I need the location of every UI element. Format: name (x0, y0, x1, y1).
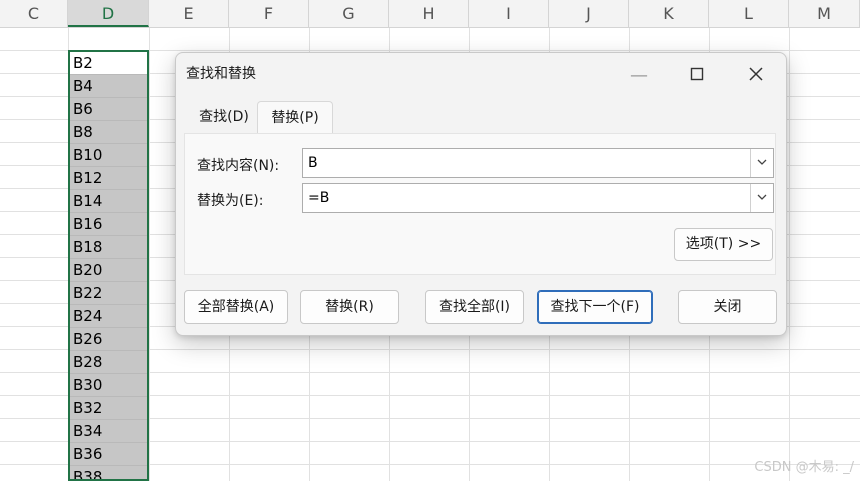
cell[interactable]: B24 (70, 305, 147, 328)
column-header-d[interactable]: D (68, 0, 149, 27)
column-header-c[interactable]: C (0, 0, 68, 27)
find-what-label: 查找内容(N): (197, 158, 280, 174)
column-header-i[interactable]: I (469, 0, 549, 27)
column-header-k[interactable]: K (629, 0, 709, 27)
cell[interactable]: B12 (70, 167, 147, 190)
replace-button[interactable]: 替换(R) (300, 290, 399, 324)
cell[interactable]: B34 (70, 420, 147, 443)
watermark: CSDN @木易: _/ (754, 460, 854, 475)
minimize-icon: — (630, 65, 648, 86)
column-header-h[interactable]: H (389, 0, 469, 27)
close-button[interactable]: 关闭 (678, 290, 777, 324)
cell[interactable]: B36 (70, 443, 147, 466)
options-button[interactable]: 选项(T) >> (674, 228, 773, 261)
chevron-down-icon (757, 159, 767, 165)
selected-range-d[interactable]: B2 B4 B6 B8 B10 B12 B14 B16 B18 B20 B22 B24 B26 B28 B3… (68, 50, 149, 481)
cell[interactable]: B18 (70, 236, 147, 259)
column-header-m[interactable]: M (789, 0, 860, 27)
cell[interactable]: B20 (70, 259, 147, 282)
column-header-f[interactable]: F (229, 0, 309, 27)
replace-with-value: =B (308, 190, 330, 206)
find-what-input[interactable]: B (302, 148, 774, 178)
cell[interactable]: B28 (70, 351, 147, 374)
cell[interactable]: B8 (70, 121, 147, 144)
cell[interactable]: B26 (70, 328, 147, 351)
cell[interactable]: B22 (70, 282, 147, 305)
tab-find[interactable]: 查找(D) (192, 101, 256, 133)
close-window-button[interactable] (736, 61, 776, 91)
replace-history-dropdown[interactable] (750, 184, 773, 212)
close-icon (749, 67, 763, 81)
cell[interactable]: B30 (70, 374, 147, 397)
tab-replace[interactable]: 替换(P) (257, 101, 333, 133)
find-replace-dialog: 查找和替换 — 查找(D) 替换(P) 查找内容(N): B 替换为(E): =… (175, 52, 787, 336)
find-next-button[interactable]: 查找下一个(F) (537, 290, 653, 324)
cell[interactable]: B14 (70, 190, 147, 213)
column-header-l[interactable]: L (709, 0, 789, 27)
cell[interactable]: B38 (70, 466, 147, 479)
replace-with-input[interactable]: =B (302, 183, 774, 213)
cell[interactable]: B6 (70, 98, 147, 121)
dialog-title: 查找和替换 (186, 66, 256, 82)
column-header-e[interactable]: E (149, 0, 229, 27)
cell[interactable]: B4 (70, 75, 147, 98)
maximize-button[interactable] (677, 61, 717, 91)
column-header-bar: C D E F G H I J K L M (0, 0, 860, 28)
column-header-j[interactable]: J (549, 0, 629, 27)
chevron-down-icon (757, 194, 767, 200)
find-history-dropdown[interactable] (750, 149, 773, 177)
cell[interactable]: B32 (70, 397, 147, 420)
cell[interactable]: B10 (70, 144, 147, 167)
maximize-icon (690, 67, 704, 81)
replace-with-label: 替换为(E): (197, 193, 264, 209)
replace-panel: 查找内容(N): B 替换为(E): =B 选项(T) >> (184, 133, 776, 275)
replace-all-button[interactable]: 全部替换(A) (184, 290, 288, 324)
cell[interactable]: B16 (70, 213, 147, 236)
find-what-value: B (308, 155, 318, 171)
column-header-g[interactable]: G (309, 0, 389, 27)
active-cell[interactable]: B2 (70, 52, 147, 75)
find-all-button[interactable]: 查找全部(I) (425, 290, 524, 324)
